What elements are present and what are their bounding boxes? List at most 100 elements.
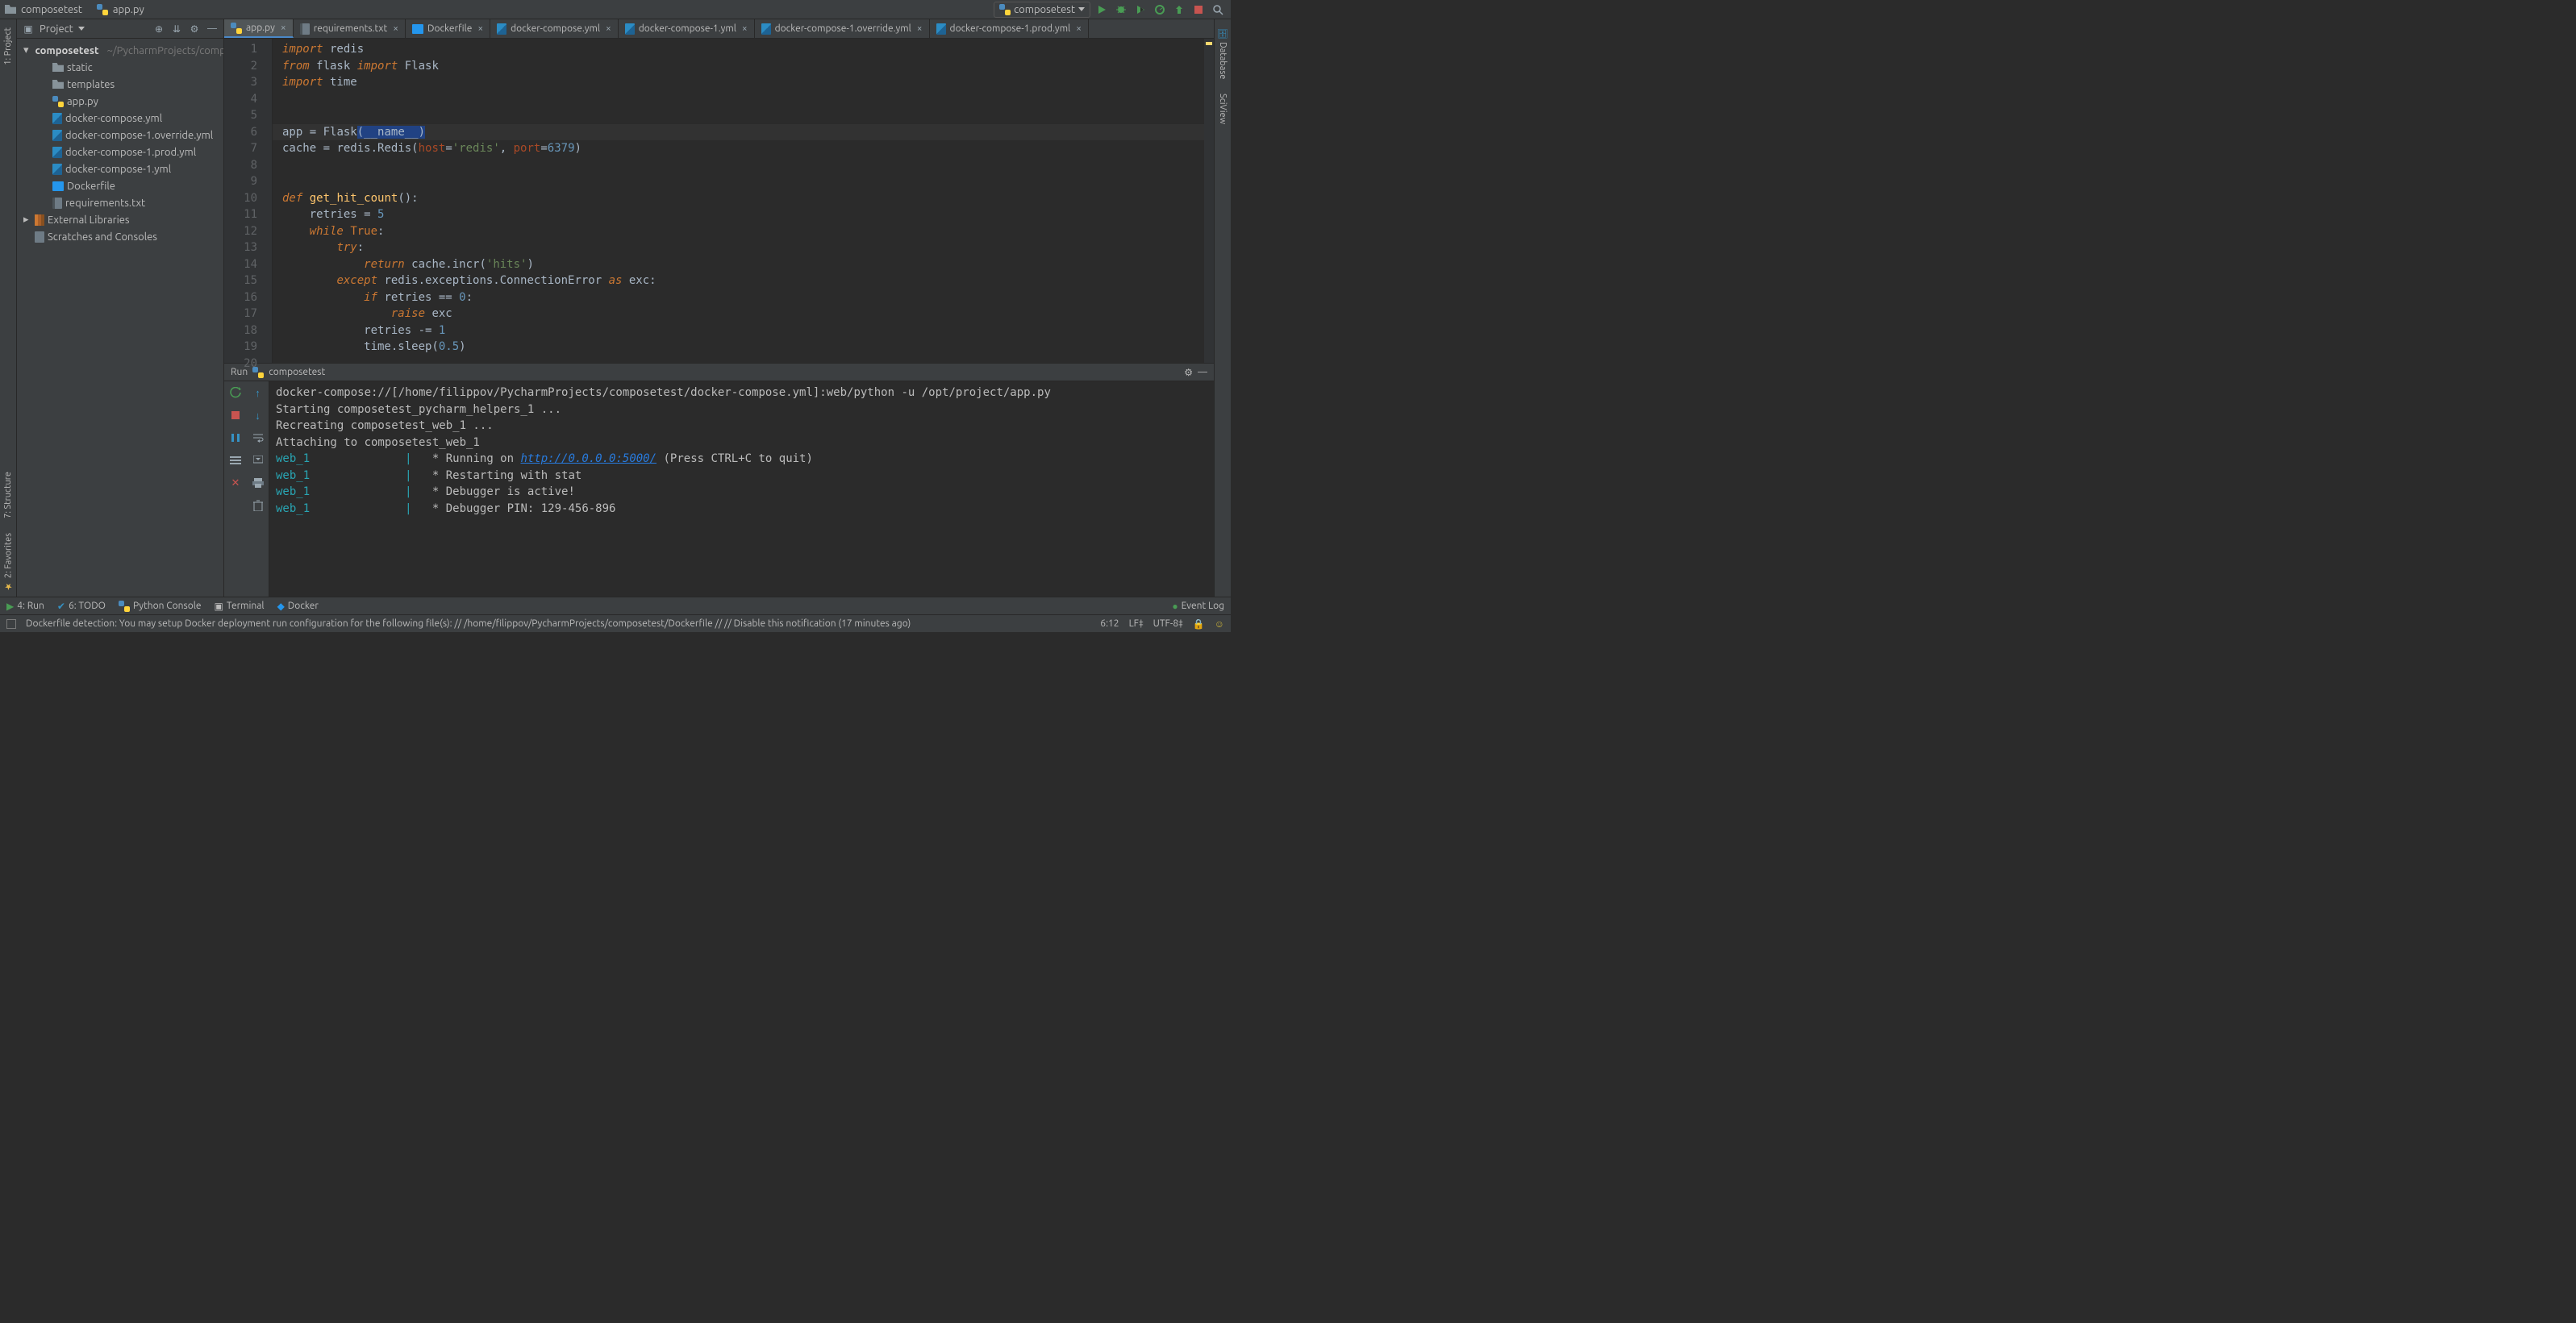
close-icon[interactable]: ×	[393, 24, 398, 34]
tree-file[interactable]: Dockerfile	[17, 177, 223, 194]
python-icon	[252, 367, 264, 378]
tree-file[interactable]: docker-compose-1.override.yml	[17, 127, 223, 144]
close-icon[interactable]: ×	[281, 23, 286, 33]
profile-button[interactable]	[1152, 2, 1168, 18]
file-encoding[interactable]: UTF-8‡	[1153, 618, 1183, 629]
tool-windows-toggle[interactable]	[6, 619, 16, 629]
clear-button[interactable]	[250, 497, 266, 514]
close-icon[interactable]: ×	[606, 24, 611, 34]
left-tool-rail: 1: Project 7: Structure ★2: Favorites	[0, 19, 17, 597]
down-stack-button[interactable]: ↓	[250, 407, 266, 423]
rerun-button[interactable]	[227, 385, 244, 401]
py-file-icon	[231, 23, 242, 34]
database-tool-button[interactable]: 🗄Database	[1218, 23, 1228, 84]
todo-tool-button[interactable]: ✔6: TODO	[57, 601, 106, 612]
dropdown-icon[interactable]	[78, 27, 85, 31]
run-tool-button[interactable]: ▶4: Run	[6, 601, 44, 612]
run-console[interactable]: docker-compose://[/home/filippov/Pycharm…	[269, 381, 1214, 597]
stop-button[interactable]	[227, 407, 244, 423]
yml-file-icon	[761, 23, 771, 35]
sciview-tool-button[interactable]: SciView	[1218, 89, 1228, 129]
project-tool-button[interactable]: 1: Project	[3, 23, 13, 70]
readonly-toggle[interactable]: 🔒	[1193, 618, 1205, 630]
project-tree[interactable]: ▾ composetest ~/PycharmProjects/composet…	[17, 39, 223, 248]
tree-file[interactable]: docker-compose.yml	[17, 110, 223, 127]
project-root[interactable]: ▾ composetest ~/PycharmProjects/composet…	[17, 42, 223, 59]
tree-label: External Libraries	[48, 214, 130, 226]
yml-file-icon	[497, 23, 506, 35]
breadcrumb-project[interactable]: composetest	[21, 4, 82, 15]
print-button[interactable]	[250, 475, 266, 491]
run-config-selector[interactable]: composetest	[994, 2, 1090, 18]
close-icon[interactable]: ×	[477, 24, 483, 34]
project-view-label[interactable]: Project	[40, 23, 73, 35]
editor-tab[interactable]: Dockerfile×	[406, 19, 490, 38]
tree-file[interactable]: docker-compose-1.yml	[17, 160, 223, 177]
error-stripe[interactable]	[1204, 39, 1214, 363]
line-separator[interactable]: LF‡	[1129, 618, 1144, 629]
tree-folder[interactable]: templates	[17, 76, 223, 93]
pause-button[interactable]	[227, 430, 244, 446]
yml-file-icon	[52, 130, 62, 141]
tree-label: docker-compose-1.yml	[65, 164, 171, 175]
run-button[interactable]	[1094, 2, 1110, 18]
debug-button[interactable]	[1113, 2, 1129, 18]
tab-label: requirements.txt	[314, 23, 388, 34]
editor-tab[interactable]: requirements.txt ×	[294, 19, 406, 38]
editor-tab[interactable]: docker-compose-1.override.yml ×	[755, 19, 930, 38]
tree-file[interactable]: app.py	[17, 93, 223, 110]
tree-folder[interactable]: static	[17, 59, 223, 76]
search-everywhere-button[interactable]	[1210, 2, 1226, 18]
tree-label: static	[67, 62, 93, 73]
terminal-tool-button[interactable]: ▣Terminal	[215, 601, 265, 612]
run-actions-col2: ↑ ↓	[247, 381, 269, 597]
editor-tab[interactable]: app.py×	[224, 19, 294, 38]
external-libraries[interactable]: ▸ External Libraries	[17, 211, 223, 228]
up-stack-button[interactable]: ↑	[250, 385, 266, 401]
exit-button[interactable]: ✕	[227, 475, 244, 491]
gear-icon[interactable]: ⚙	[1184, 367, 1193, 378]
close-icon[interactable]: ×	[742, 24, 748, 34]
py-file-icon	[52, 96, 64, 107]
run-config-label[interactable]: composetest	[269, 367, 325, 377]
breadcrumb-file[interactable]: app.py	[113, 4, 144, 15]
code-editor[interactable]: 1234567891011121314151617181920 import r…	[224, 39, 1214, 363]
code-content[interactable]: import redis from flask import Flask imp…	[273, 39, 1204, 363]
editor-tab[interactable]: docker-compose-1.yml×	[619, 19, 755, 38]
hector-icon[interactable]: ☺	[1215, 618, 1224, 630]
scroll-from-source-icon[interactable]: ⊕	[152, 23, 165, 35]
caret-position[interactable]: 6:12	[1100, 618, 1119, 629]
gear-icon[interactable]: ⚙	[188, 23, 201, 35]
favorites-tool-button[interactable]: ★2: Favorites	[3, 528, 14, 597]
tree-label: docker-compose.yml	[65, 113, 162, 124]
editor-tab[interactable]: docker-compose-1.prod.yml×	[930, 19, 1089, 38]
python-console-tool-button[interactable]: Python Console	[119, 601, 202, 612]
tree-file[interactable]: requirements.txt	[17, 194, 223, 211]
tree-file[interactable]: docker-compose-1.prod.yml	[17, 144, 223, 160]
run-coverage-button[interactable]	[1132, 2, 1148, 18]
project-panel-header: ▣ Project ⊕ ⇊ ⚙ —	[17, 19, 223, 39]
tree-label: docker-compose-1.prod.yml	[65, 147, 196, 158]
collapse-all-icon[interactable]: ⇊	[170, 23, 183, 35]
update-button[interactable]	[1171, 2, 1187, 18]
tab-label: docker-compose-1.override.yml	[775, 23, 911, 34]
hide-icon[interactable]: —	[1198, 367, 1207, 377]
soft-wrap-button[interactable]	[250, 430, 266, 446]
stop-button[interactable]	[1190, 2, 1207, 18]
structure-tool-button[interactable]: 7: Structure	[3, 467, 13, 523]
run-tool-window: Run composetest ⚙ — ✕ ↑ ↓	[224, 363, 1214, 597]
scroll-to-end-button[interactable]	[250, 452, 266, 468]
yml-file-icon	[936, 23, 946, 35]
close-icon[interactable]: ×	[917, 24, 923, 34]
run-actions-col1: ✕	[224, 381, 247, 597]
scratches-and-consoles[interactable]: Scratches and Consoles	[17, 228, 223, 245]
line-gutter[interactable]: 1234567891011121314151617181920	[224, 39, 273, 363]
event-log-button[interactable]: ●Event Log	[1172, 601, 1224, 612]
dump-threads-button[interactable]	[227, 452, 244, 468]
close-icon[interactable]: ×	[1076, 24, 1082, 34]
hide-icon[interactable]: —	[206, 23, 219, 35]
project-view-icon: ▣	[22, 23, 35, 35]
status-message[interactable]: Dockerfile detection: You may setup Dock…	[26, 618, 911, 629]
docker-tool-button[interactable]: ◆Docker	[277, 601, 319, 612]
editor-tab[interactable]: docker-compose.yml×	[490, 19, 619, 38]
